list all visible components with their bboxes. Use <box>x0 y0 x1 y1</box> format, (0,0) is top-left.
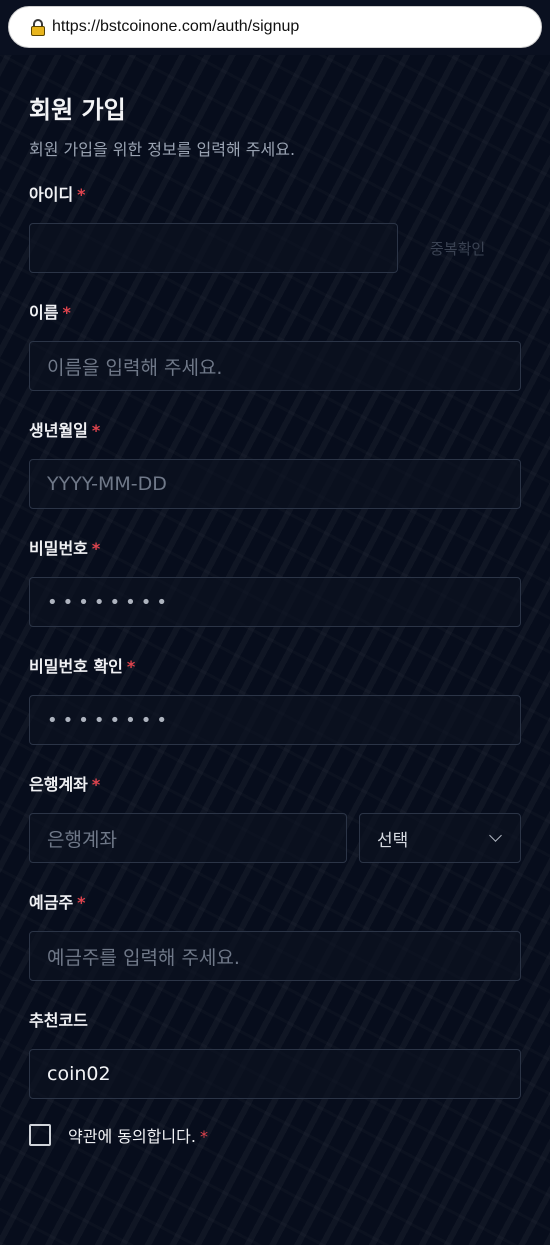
password-confirm-label: 비밀번호 확인 * <box>29 657 136 676</box>
bank-account-input[interactable]: 은행계좌 <box>29 813 347 863</box>
bank-label: 은행계좌 * <box>29 775 101 794</box>
page-title: 회원 가입 <box>29 96 126 124</box>
lock-icon <box>31 18 45 36</box>
name-input[interactable]: 이름을 입력해 주세요. <box>29 341 521 391</box>
page-subtitle: 회원 가입을 위한 정보를 입력해 주세요. <box>29 140 296 159</box>
holder-input[interactable]: 예금주를 입력해 주세요. <box>29 931 521 981</box>
agree-label[interactable]: 약관에 동의합니다. * <box>68 1123 208 1147</box>
bank-select-value: 선택 <box>377 830 409 851</box>
userid-label: 아이디 * <box>29 185 86 204</box>
agree-checkbox[interactable] <box>29 1124 51 1146</box>
agree-row: 약관에 동의합니다. * <box>29 1123 521 1147</box>
required-mark: * <box>199 1127 208 1146</box>
bank-select[interactable]: 선택 <box>359 813 521 863</box>
birth-label: 생년월일 * <box>29 421 101 440</box>
required-mark: * <box>91 539 101 558</box>
required-mark: * <box>126 657 136 676</box>
signup-page: https://bstcoinone.com/auth/signup 회원 가입… <box>0 0 550 1245</box>
required-mark: * <box>62 303 71 322</box>
required-mark: * <box>91 421 101 440</box>
address-bar[interactable]: https://bstcoinone.com/auth/signup <box>8 6 542 48</box>
required-mark: * <box>77 893 86 912</box>
chevron-down-icon <box>489 829 502 842</box>
browser-bar: https://bstcoinone.com/auth/signup <box>0 0 550 55</box>
required-mark: * <box>91 775 101 794</box>
referral-input[interactable]: coin02 <box>29 1049 521 1099</box>
holder-label: 예금주 * <box>29 893 86 912</box>
required-mark: * <box>77 185 86 204</box>
userid-input[interactable] <box>29 223 398 273</box>
url-text[interactable]: https://bstcoinone.com/auth/signup <box>52 18 299 36</box>
signup-form: 회원 가입 회원 가입을 위한 정보를 입력해 주세요. 아이디 * 중복확인 이… <box>29 90 521 1147</box>
referral-label: 추천코드 <box>29 1011 88 1030</box>
password-confirm-input[interactable]: •••••••• <box>29 695 521 745</box>
password-input[interactable]: •••••••• <box>29 577 521 627</box>
password-label: 비밀번호 * <box>29 539 101 558</box>
check-duplicate-button[interactable]: 중복확인 <box>430 238 485 259</box>
name-label: 이름 * <box>29 303 71 322</box>
birth-input[interactable]: YYYY-MM-DD <box>29 459 521 509</box>
